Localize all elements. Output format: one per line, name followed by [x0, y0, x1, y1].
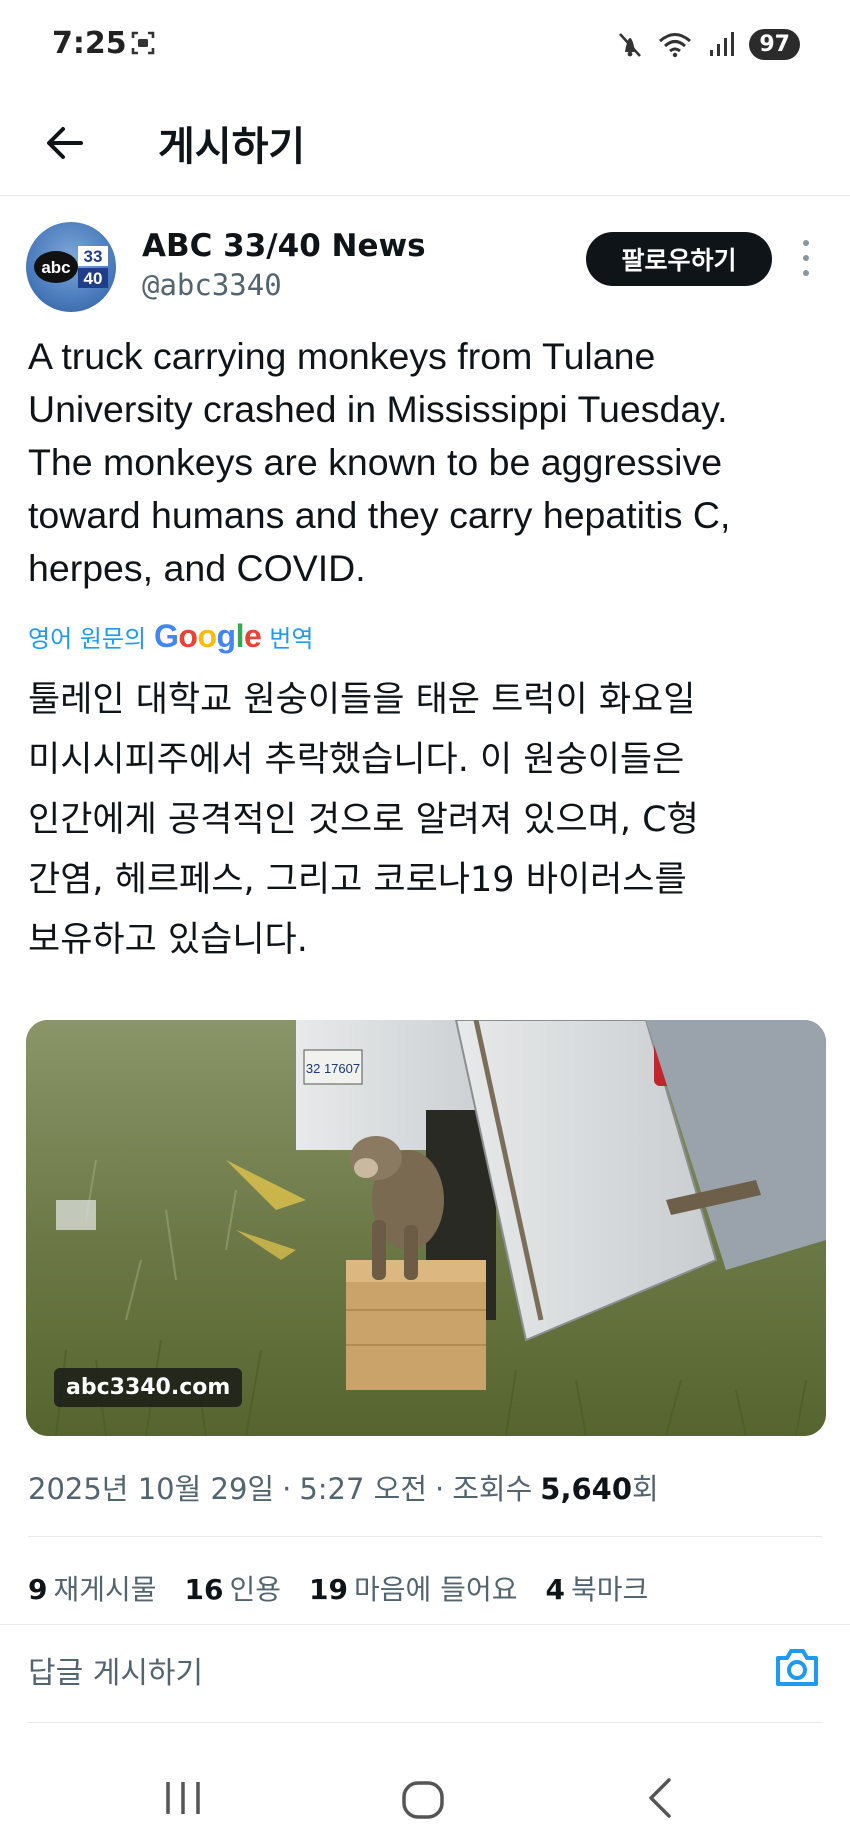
- recents-icon[interactable]: [160, 1780, 206, 1816]
- translate-prefix: 영어 원문의: [28, 625, 147, 653]
- system-nav-bar: [0, 1740, 850, 1842]
- svg-text:33: 33: [84, 247, 103, 266]
- tweet-meta: 2025년 10월 29일 · 5:27 오전 · 조회수 5,640회: [28, 1466, 659, 1508]
- stat-likes[interactable]: 19 마음에 들어요: [309, 1568, 517, 1608]
- avatar[interactable]: abc 33 40: [26, 222, 116, 312]
- meta-separator-2: ·: [435, 1472, 445, 1506]
- translated-text: 툴레인 대학교 원숭이들을 태운 트럭이 화요일 미시시피주에서 추락했습니다.…: [28, 680, 699, 960]
- svg-text:abc: abc: [41, 258, 70, 277]
- translate-suffix: 번역: [269, 625, 314, 653]
- tweet-media-image[interactable]: 32 17607 abc3340.com: [26, 1020, 826, 1436]
- svg-text:32 17607: 32 17607: [306, 1061, 360, 1076]
- stat-reposts[interactable]: 9 재게시물: [28, 1568, 157, 1608]
- status-bar: 7:25 97: [0, 0, 850, 92]
- stat-bookmarks[interactable]: 4 북마크: [545, 1568, 648, 1608]
- status-icons: 97: [617, 26, 800, 62]
- divider: [28, 1722, 822, 1723]
- page-title: 게시하기: [158, 124, 306, 170]
- post-time: 5:27 오전: [299, 1472, 428, 1506]
- tweet-text: A truck carrying monkeys from Tulane Uni…: [28, 335, 731, 589]
- home-icon[interactable]: [400, 1780, 446, 1820]
- svg-text:40: 40: [84, 269, 103, 288]
- battery-badge: 97: [749, 28, 800, 60]
- views-unit: 회: [632, 1472, 659, 1506]
- meta-separator: ·: [282, 1472, 292, 1506]
- follow-button[interactable]: 팔로우하기: [586, 232, 772, 286]
- camera-icon[interactable]: [772, 1644, 822, 1690]
- reply-bar: 답글 게시하기: [0, 1624, 850, 1718]
- wifi-icon: [659, 33, 692, 58]
- more-options-icon[interactable]: [796, 240, 816, 276]
- translation-attribution[interactable]: 영어 원문의 Google 번역: [28, 618, 313, 655]
- author-handle[interactable]: @abc3340: [142, 268, 282, 302]
- signal-icon: [710, 32, 735, 56]
- arrow-left-icon: [47, 127, 83, 159]
- back-button[interactable]: [40, 118, 90, 168]
- media-watermark: abc3340.com: [54, 1368, 243, 1407]
- abc-logo-icon: abc 33 40: [34, 246, 108, 288]
- post-date: 2025년 10월 29일: [28, 1472, 275, 1506]
- views-count: 5,640: [540, 1472, 633, 1506]
- divider: [28, 1536, 822, 1537]
- google-logo: Google: [154, 618, 262, 654]
- top-nav: 게시하기: [0, 92, 850, 196]
- mute-icon: [619, 33, 642, 57]
- system-back-icon[interactable]: [645, 1776, 675, 1820]
- screenshot-icon: [131, 31, 155, 55]
- views-label: 조회수: [452, 1472, 533, 1506]
- stat-quotes[interactable]: 16 인용: [185, 1568, 282, 1608]
- author-name[interactable]: ABC 33/40 News: [142, 228, 426, 264]
- engagement-stats: 9 재게시물 16 인용 19 마음에 들어요 4 북마크: [28, 1568, 648, 1608]
- reply-input[interactable]: 답글 게시하기: [28, 1648, 203, 1692]
- status-time: 7:25: [52, 26, 127, 61]
